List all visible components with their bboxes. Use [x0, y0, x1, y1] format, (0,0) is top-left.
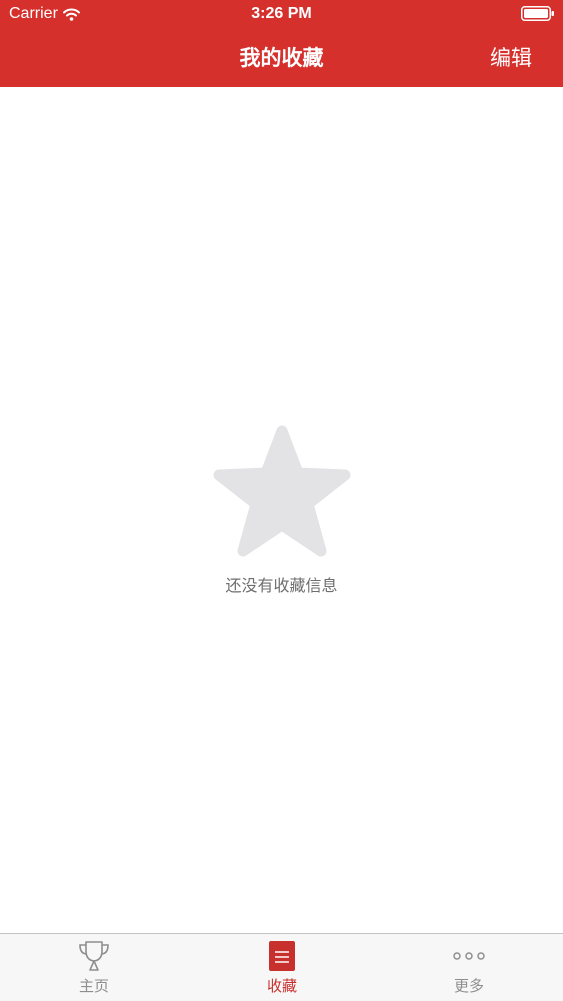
more-dots-icon: [453, 952, 485, 960]
tab-favorites-label: 收藏: [266, 977, 297, 995]
empty-state: 还没有收藏信息: [0, 425, 563, 596]
tab-more-label: 更多: [453, 977, 484, 995]
tab-home-label: 主页: [78, 977, 109, 995]
edit-button[interactable]: 编辑: [490, 42, 532, 72]
status-time: 3:26 PM: [251, 5, 312, 22]
status-bar: Carrier 3:26 PM: [0, 0, 563, 28]
star-icon: [213, 425, 350, 557]
navigation-bar: 我的收藏 编辑: [0, 28, 563, 87]
trophy-icon: [79, 941, 109, 971]
app-header: Carrier 3:26 PM 我的收藏 编辑: [0, 0, 563, 87]
page-title: 我的收藏: [239, 46, 324, 70]
tab-more[interactable]: 更多: [409, 940, 529, 996]
bookmark-list-icon: [269, 941, 295, 971]
battery-icon: [521, 6, 554, 21]
empty-state-message: 还没有收藏信息: [225, 576, 338, 595]
tab-favorites[interactable]: 收藏: [222, 940, 342, 996]
tab-bar: 主页 收藏 更多: [0, 933, 563, 1001]
tab-home[interactable]: 主页: [34, 940, 154, 996]
